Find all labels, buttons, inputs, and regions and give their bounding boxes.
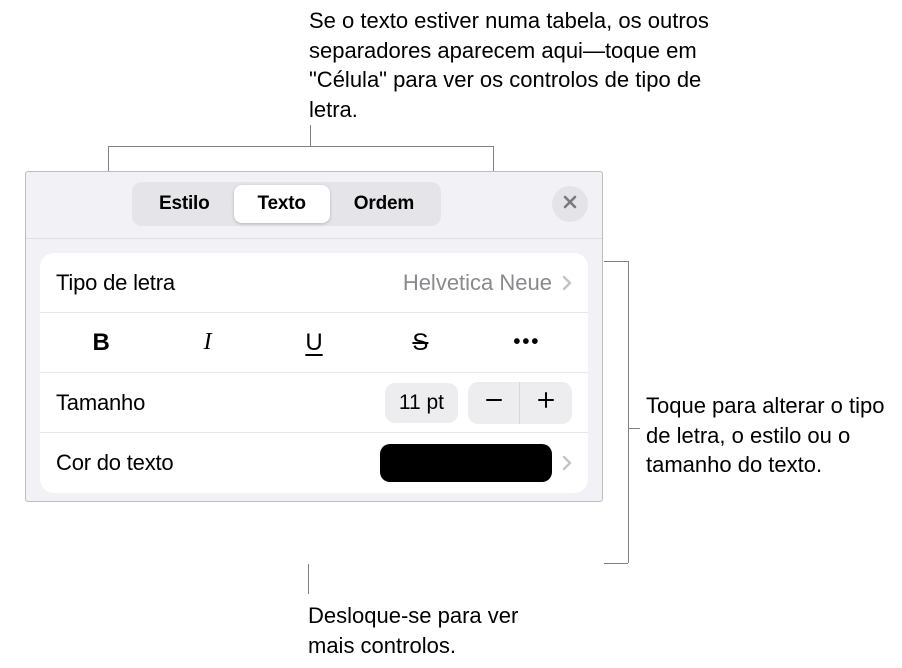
leader-line [108,146,109,171]
size-stepper [468,382,572,424]
chevron-right-icon [562,455,572,471]
font-label: Tipo de letra [56,270,175,296]
font-row[interactable]: Tipo de letra Helvetica Neue [40,253,588,313]
size-increase-button[interactable] [520,382,572,424]
leader-line [493,146,494,171]
size-decrease-button[interactable] [468,382,520,424]
text-color-label: Cor do texto [56,450,173,476]
callout-tabs: Se o texto estiver numa tabela, os outro… [309,6,709,125]
text-color-swatch[interactable] [380,444,552,482]
size-label: Tamanho [56,390,145,416]
format-buttons-row: B I U S ••• [40,313,588,373]
leader-line [108,146,493,147]
leader-line [604,261,628,262]
tab-arrange[interactable]: Ordem [330,185,438,223]
tab-text[interactable]: Texto [234,185,330,223]
callout-font-controls: Toque para alterar o tipo de letra, o es… [646,391,896,480]
size-row: Tamanho 11 pt [40,373,588,433]
chevron-right-icon [562,275,572,291]
callout-scroll: Desloque-se para ver mais controlos. [308,601,568,660]
close-button[interactable] [552,186,588,222]
underline-button[interactable]: U [261,314,367,372]
bold-button[interactable]: B [48,314,154,372]
strikethrough-button[interactable]: S [367,314,473,372]
leader-line [604,563,628,564]
leader-line [628,261,629,563]
font-value: Helvetica Neue [403,270,552,296]
leader-line [628,428,640,429]
tab-style[interactable]: Estilo [135,185,234,223]
leader-line [308,564,309,594]
italic-button[interactable]: I [154,314,260,372]
text-controls-card: Tipo de letra Helvetica Neue B I U S •••… [40,253,588,493]
text-color-row[interactable]: Cor do texto [40,433,588,493]
panel-header: Estilo Texto Ordem [26,172,602,239]
more-options-button[interactable]: ••• [474,314,580,372]
segmented-control: Estilo Texto Ordem [132,182,441,226]
format-panel: Estilo Texto Ordem Tipo de letra Helveti… [25,171,603,502]
plus-icon [536,390,556,415]
size-value[interactable]: 11 pt [385,383,458,423]
close-icon [562,194,578,215]
minus-icon [484,390,504,415]
leader-line [310,125,311,146]
